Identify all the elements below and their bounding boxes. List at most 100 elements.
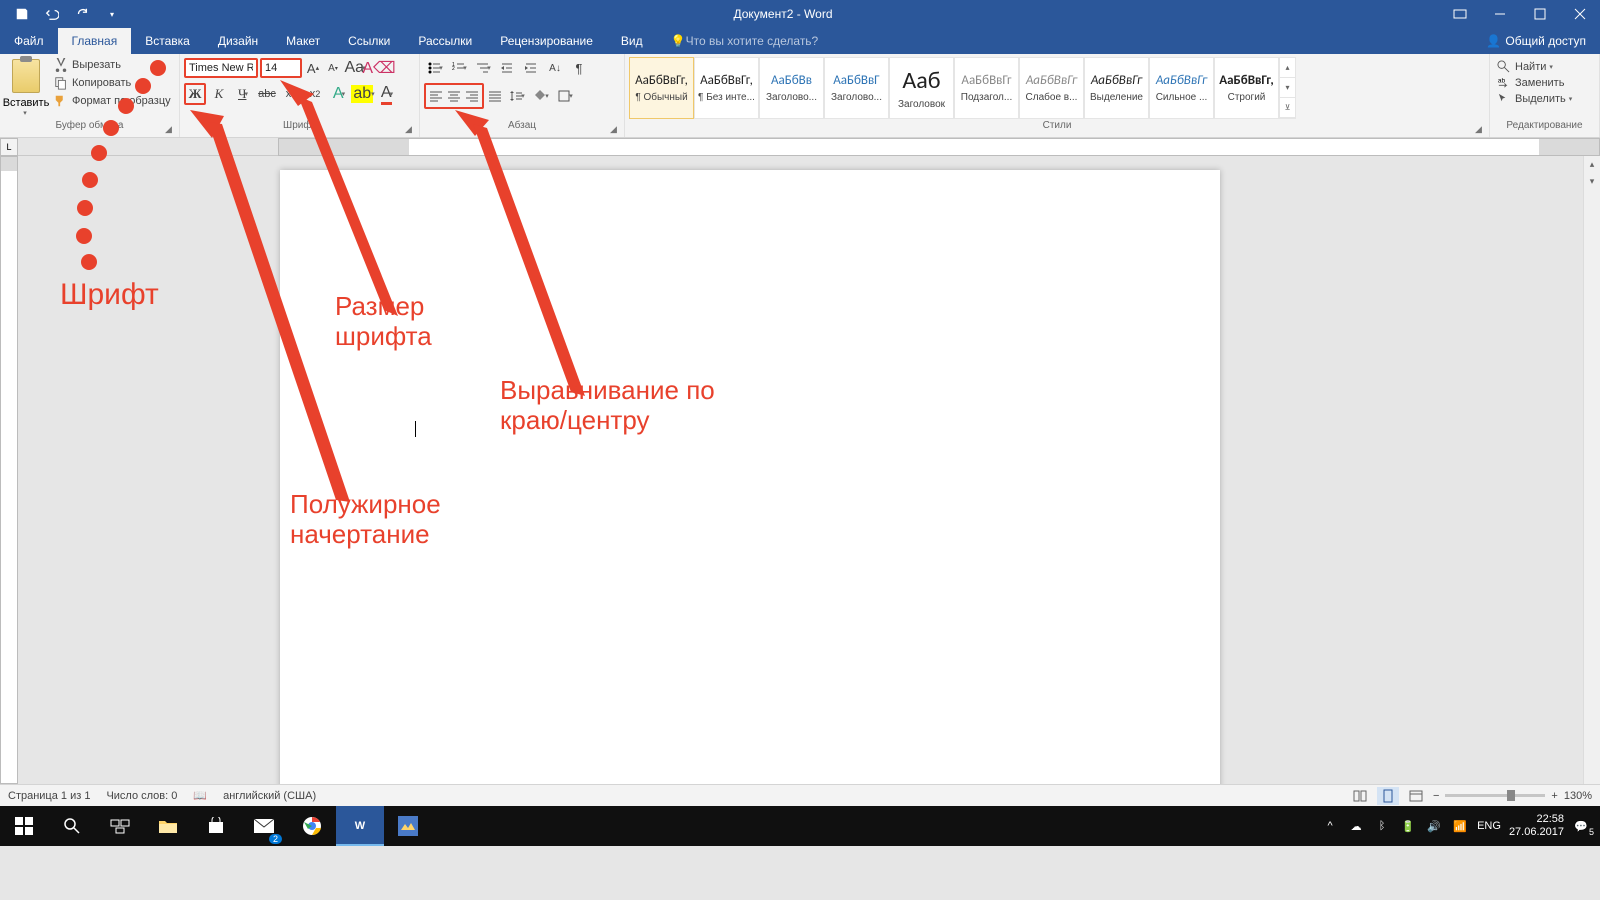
view-read-mode[interactable] bbox=[1349, 787, 1371, 805]
align-right-button[interactable] bbox=[463, 85, 481, 107]
multilevel-button[interactable]: ▾ bbox=[472, 57, 494, 79]
shrink-font-button[interactable]: A▾ bbox=[324, 57, 342, 79]
view-web-layout[interactable] bbox=[1405, 787, 1427, 805]
tray-network-icon[interactable]: 📶 bbox=[1451, 817, 1469, 835]
vertical-scrollbar[interactable]: ▴ ▾ bbox=[1583, 156, 1600, 784]
select-button[interactable]: Выделить▾ bbox=[1494, 91, 1575, 106]
tray-volume-icon[interactable]: 🔊 bbox=[1425, 817, 1443, 835]
tray-clock[interactable]: 22:58 27.06.2017 bbox=[1509, 813, 1564, 839]
tray-chevron-icon[interactable]: ^ bbox=[1321, 817, 1339, 835]
vertical-ruler[interactable] bbox=[0, 156, 18, 784]
taskbar-search[interactable] bbox=[48, 806, 96, 846]
tray-onedrive-icon[interactable]: ☁ bbox=[1347, 817, 1365, 835]
styles-up-button[interactable]: ▴ bbox=[1280, 58, 1295, 78]
line-spacing-button[interactable]: ▾ bbox=[506, 85, 528, 107]
increase-indent-button[interactable] bbox=[520, 57, 542, 79]
zoom-slider[interactable] bbox=[1445, 794, 1545, 797]
tell-me-input[interactable] bbox=[686, 34, 846, 48]
font-color-button[interactable]: A▾ bbox=[376, 83, 398, 105]
style-heading1[interactable]: АаБбВвЗаголово... bbox=[759, 57, 824, 119]
tray-battery-icon[interactable]: 🔋 bbox=[1399, 817, 1417, 835]
styles-down-button[interactable]: ▾ bbox=[1280, 78, 1295, 98]
sort-button[interactable]: A↓ bbox=[544, 57, 566, 79]
tray-language[interactable]: ENG bbox=[1477, 820, 1501, 832]
borders-button[interactable]: ▾ bbox=[554, 85, 576, 107]
taskbar-word[interactable]: W bbox=[336, 806, 384, 846]
justify-button[interactable] bbox=[486, 85, 504, 107]
style-title[interactable]: AaбЗаголовок bbox=[889, 57, 954, 119]
horizontal-ruler[interactable] bbox=[278, 138, 1600, 156]
format-painter-button[interactable]: Формат по образцу bbox=[50, 93, 175, 109]
clear-format-button[interactable]: A⌫ bbox=[368, 57, 390, 79]
superscript-button[interactable]: x2 bbox=[304, 83, 326, 105]
tray-notifications-icon[interactable]: 💬5 bbox=[1572, 817, 1590, 835]
tab-design[interactable]: Дизайн bbox=[204, 28, 272, 54]
clipboard-launcher[interactable]: ◢ bbox=[165, 124, 177, 136]
tab-review[interactable]: Рецензирование bbox=[486, 28, 607, 54]
undo-button[interactable] bbox=[38, 2, 66, 26]
bullets-button[interactable]: ▾ bbox=[424, 57, 446, 79]
taskbar-chrome[interactable] bbox=[288, 806, 336, 846]
grow-font-button[interactable]: A▴ bbox=[304, 57, 322, 79]
underline-button[interactable]: Ч▾ bbox=[232, 83, 254, 105]
page[interactable] bbox=[280, 170, 1220, 784]
decrease-indent-button[interactable] bbox=[496, 57, 518, 79]
align-center-button[interactable] bbox=[445, 85, 463, 107]
show-marks-button[interactable]: ¶ bbox=[568, 57, 590, 79]
chevron-down-icon[interactable]: ▾ bbox=[23, 109, 27, 117]
styles-expand-button[interactable]: ⊻ bbox=[1280, 98, 1295, 118]
style-normal[interactable]: АаБбВвГг,¶ Обычный bbox=[629, 57, 694, 119]
start-button[interactable] bbox=[0, 806, 48, 846]
maximize-button[interactable] bbox=[1520, 0, 1560, 28]
zoom-level[interactable]: 130% bbox=[1564, 790, 1592, 802]
taskbar-mail[interactable]: 2 bbox=[240, 806, 288, 846]
tab-selector[interactable]: L bbox=[0, 138, 18, 156]
highlight-button[interactable]: ab▾ bbox=[352, 83, 374, 105]
task-view-button[interactable] bbox=[96, 806, 144, 846]
proofing-icon[interactable]: 📖 bbox=[193, 789, 207, 802]
bold-button[interactable]: Ж bbox=[184, 83, 206, 105]
numbering-button[interactable]: 12▾ bbox=[448, 57, 470, 79]
italic-button[interactable]: К bbox=[208, 83, 230, 105]
paragraph-launcher[interactable]: ◢ bbox=[610, 124, 622, 136]
scroll-up-button[interactable]: ▴ bbox=[1584, 156, 1600, 173]
find-button[interactable]: Найти▾ bbox=[1494, 59, 1575, 74]
status-word-count[interactable]: Число слов: 0 bbox=[106, 790, 177, 802]
qat-customize[interactable]: ▾ bbox=[98, 2, 126, 26]
tab-mailings[interactable]: Рассылки bbox=[404, 28, 486, 54]
zoom-in-button[interactable]: + bbox=[1551, 790, 1557, 802]
cut-button[interactable]: Вырезать bbox=[50, 57, 175, 73]
share-button[interactable]: 👤 Общий доступ bbox=[1472, 28, 1600, 54]
tab-file[interactable]: Файл bbox=[0, 28, 58, 54]
save-button[interactable] bbox=[8, 2, 36, 26]
style-heading2[interactable]: АаБбВвГЗаголово... bbox=[824, 57, 889, 119]
font-launcher[interactable]: ◢ bbox=[405, 124, 417, 136]
tab-layout[interactable]: Макет bbox=[272, 28, 334, 54]
copy-button[interactable]: Копировать bbox=[50, 75, 175, 91]
close-button[interactable] bbox=[1560, 0, 1600, 28]
tell-me[interactable]: 💡 bbox=[657, 28, 860, 54]
align-left-button[interactable] bbox=[427, 85, 445, 107]
style-strong-emph[interactable]: АаБбВвГгСильное ... bbox=[1149, 57, 1214, 119]
taskbar-app[interactable] bbox=[384, 806, 432, 846]
taskbar-explorer[interactable] bbox=[144, 806, 192, 846]
shading-button[interactable]: ▾ bbox=[530, 85, 552, 107]
tab-insert[interactable]: Вставка bbox=[131, 28, 204, 54]
paste-button[interactable]: Вставить ▾ bbox=[4, 57, 48, 120]
style-strong[interactable]: АаБбВвГг,Строгий bbox=[1214, 57, 1279, 119]
style-nospace[interactable]: АаБбВвГг,¶ Без инте... bbox=[694, 57, 759, 119]
view-print-layout[interactable] bbox=[1377, 787, 1399, 805]
replace-button[interactable]: abЗаменить bbox=[1494, 75, 1575, 90]
tray-bluetooth-icon[interactable]: ᛒ bbox=[1373, 817, 1391, 835]
styles-launcher[interactable]: ◢ bbox=[1475, 124, 1487, 136]
text-effects-button[interactable]: A▾ bbox=[328, 83, 350, 105]
scroll-down-button[interactable]: ▾ bbox=[1584, 173, 1600, 190]
ribbon-display-button[interactable] bbox=[1440, 0, 1480, 28]
tab-references[interactable]: Ссылки bbox=[334, 28, 404, 54]
font-size-combo[interactable] bbox=[260, 58, 302, 78]
redo-button[interactable] bbox=[68, 2, 96, 26]
taskbar-store[interactable] bbox=[192, 806, 240, 846]
minimize-button[interactable] bbox=[1480, 0, 1520, 28]
style-subtitle[interactable]: АаБбВвГгПодзагол... bbox=[954, 57, 1019, 119]
tab-home[interactable]: Главная bbox=[58, 28, 132, 54]
